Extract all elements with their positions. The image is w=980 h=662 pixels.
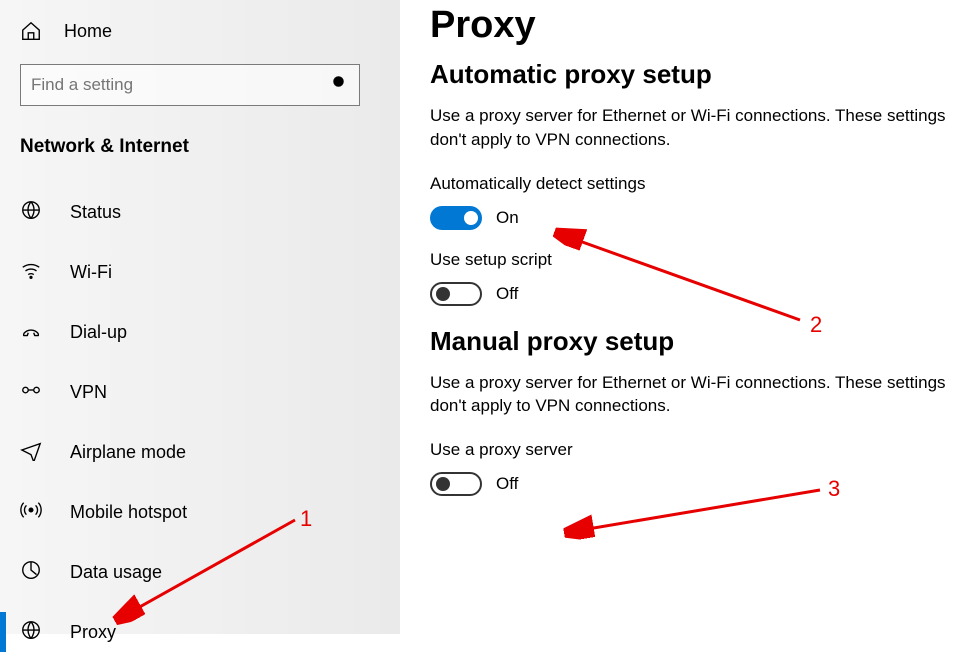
use-proxy-toggle[interactable] (430, 472, 482, 496)
sidebar: Home Network & Internet Status Wi-Fi (0, 0, 400, 634)
auto-detect-toggle-row: On (430, 206, 950, 230)
sidebar-nav-list: Status Wi-Fi Dial-up VPN Airplane mode (0, 182, 400, 662)
sidebar-item-status[interactable]: Status (0, 182, 400, 242)
sidebar-section-title: Network & Internet (0, 118, 400, 182)
auto-detect-label: Automatically detect settings (430, 174, 950, 194)
sidebar-item-wifi[interactable]: Wi-Fi (0, 242, 400, 302)
home-icon (20, 20, 42, 42)
sidebar-item-label: Airplane mode (70, 442, 186, 463)
wifi-icon (20, 259, 42, 286)
sidebar-item-vpn[interactable]: VPN (0, 362, 400, 422)
sidebar-item-home[interactable]: Home (0, 8, 400, 54)
search-box[interactable] (20, 64, 360, 106)
sidebar-item-label: Data usage (70, 562, 162, 583)
search-icon (331, 74, 349, 97)
page-title: Proxy (430, 4, 950, 47)
hotspot-icon (20, 499, 42, 526)
auto-detect-state: On (496, 208, 519, 228)
automatic-proxy-description: Use a proxy server for Ethernet or Wi-Fi… (430, 104, 950, 152)
manual-proxy-header: Manual proxy setup (430, 326, 950, 357)
use-proxy-label: Use a proxy server (430, 440, 950, 460)
sidebar-item-label: Proxy (70, 622, 116, 643)
sidebar-item-airplane[interactable]: Airplane mode (0, 422, 400, 482)
use-proxy-toggle-row: Off (430, 472, 950, 496)
proxy-icon (20, 619, 42, 646)
sidebar-item-datausage[interactable]: Data usage (0, 542, 400, 602)
status-icon (20, 199, 42, 226)
airplane-icon (20, 439, 42, 466)
use-proxy-state: Off (496, 474, 518, 494)
sidebar-item-hotspot[interactable]: Mobile hotspot (0, 482, 400, 542)
sidebar-item-proxy[interactable]: Proxy (0, 602, 400, 662)
sidebar-item-dialup[interactable]: Dial-up (0, 302, 400, 362)
sidebar-item-label: Wi-Fi (70, 262, 112, 283)
setup-script-toggle[interactable] (430, 282, 482, 306)
content-pane: Proxy Automatic proxy setup Use a proxy … (400, 0, 980, 634)
search-input[interactable] (31, 75, 331, 95)
vpn-icon (20, 379, 42, 406)
setup-script-label: Use setup script (430, 250, 950, 270)
setup-script-toggle-row: Off (430, 282, 950, 306)
setup-script-state: Off (496, 284, 518, 304)
sidebar-item-label: Dial-up (70, 322, 127, 343)
search-container (0, 54, 400, 118)
sidebar-item-label: Mobile hotspot (70, 502, 187, 523)
auto-detect-toggle[interactable] (430, 206, 482, 230)
data-usage-icon (20, 559, 42, 586)
sidebar-item-label: VPN (70, 382, 107, 403)
sidebar-home-label: Home (64, 21, 112, 42)
dialup-icon (20, 319, 42, 346)
sidebar-item-label: Status (70, 202, 121, 223)
automatic-proxy-header: Automatic proxy setup (430, 59, 950, 90)
manual-proxy-description: Use a proxy server for Ethernet or Wi-Fi… (430, 371, 950, 419)
